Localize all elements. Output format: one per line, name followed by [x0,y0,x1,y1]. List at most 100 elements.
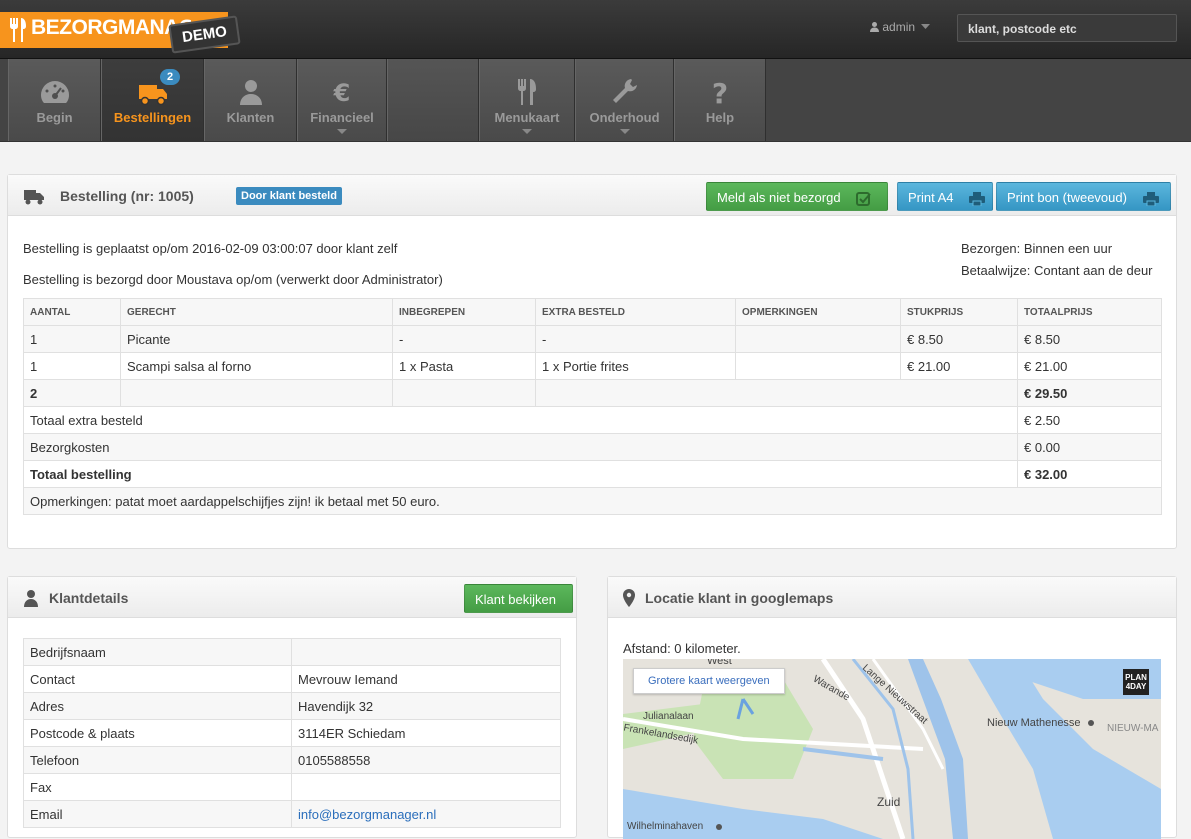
col-header: AANTAL [23,298,121,326]
table-row: Contact Mevrouw Iemand [23,665,561,693]
brand-name: BEZORGMANAGER [31,16,191,39]
cell-value [291,638,561,666]
total-row: Totaal bestelling € 32.00 [23,460,1162,488]
table-row: 1 Scampi salsa al forno 1 x Pasta 1 x Po… [23,352,1162,380]
extra-label: Totaal extra besteld [23,406,1018,434]
delivery-cost-label: Bezorgkosten [23,433,1018,461]
table-row: Bedrijfsnaam [23,638,561,666]
nav-bestellingen[interactable]: 2 Bestellingen [101,59,204,141]
total-label: Totaal bestelling [23,460,1018,488]
view-customer-button[interactable]: Klant bekijken [464,584,573,613]
cell-value: Havendijk 32 [291,692,561,720]
order-panel: Bestelling (nr: 1005) Door klant besteld… [7,174,1177,549]
button-label: Print A4 [908,190,954,205]
col-header: EXTRA BESTELD [535,298,736,326]
cutlery-icon [10,18,26,42]
cell: 1 x Pasta [392,352,536,380]
google-map[interactable]: Grotere kaart weergeven West Warande Lan… [623,659,1161,839]
map-panel: Locatie klant in googlemaps Afstand: 0 k… [607,576,1177,839]
delivery-cost-value: € 0.00 [1017,433,1162,461]
map-marker-icon [623,589,635,607]
subtotal-qty: 2 [23,379,121,407]
svg-text:?: ? [712,77,728,107]
nav-onderhoud[interactable]: Onderhoud [575,59,674,141]
table-row: Telefoon 0105588558 [23,746,561,774]
remarks-row: Opmerkingen: patat moet aardappelschijfj… [23,487,1162,515]
cell-label: Email [23,800,292,828]
order-table: AANTAL GERECHT INBEGREPEN EXTRA BESTELD … [23,298,1162,515]
nav-begin[interactable]: Begin [8,59,101,141]
map-panel-header: Locatie klant in googlemaps [608,577,1176,618]
user-icon [24,590,38,607]
customer-title: Klantdetails [49,590,129,606]
cell: Picante [120,325,393,353]
order-placed-text: Bestelling is geplaatst op/om 2016-02-09… [23,241,398,256]
cell: Scampi salsa al forno [120,352,393,380]
delivery-cost-row: Bezorgkosten € 0.00 [23,433,1162,461]
user-icon [239,80,262,105]
table-header-row: AANTAL GERECHT INBEGREPEN EXTRA BESTELD … [23,298,1162,326]
table-row: Fax [23,773,561,801]
nav-label: Klanten [226,110,275,125]
cell-value: Mevrouw Iemand [291,665,561,693]
email-link[interactable]: info@bezorgmanager.nl [291,800,561,828]
not-delivered-button[interactable]: Meld als niet bezorgd [706,182,888,211]
nav-label: Menukaart [494,110,560,125]
cell-label: Postcode & plaats [23,719,292,747]
printer-icon [969,191,986,206]
plan4day-logo: PLAN 4DAY [1125,673,1147,691]
col-header: TOTAALPRIJS [1017,298,1162,326]
euro-icon: € [333,79,351,107]
cell: 1 x Portie frites [535,352,736,380]
button-label: Print bon (tweevoud) [1007,190,1127,205]
customer-panel-header: Klantdetails Klant bekijken [8,577,576,618]
table-row: Postcode & plaats 3114ER Schiedam [23,719,561,747]
order-panel-header: Bestelling (nr: 1005) Door klant besteld… [8,175,1176,216]
col-header: STUKPRIJS [900,298,1018,326]
print-a4-button[interactable]: Print A4 [897,182,993,211]
cell-value [291,773,561,801]
cell-label: Bedrijfsnaam [23,638,292,666]
orders-count-badge: 2 [160,69,181,85]
map-label: West [707,659,732,667]
table-row: Email info@bezorgmanager.nl [23,800,561,828]
payment-method: Betaalwijze: Contant aan de deur [961,263,1153,278]
checkbox-icon [856,191,871,206]
extra-row: Totaal extra besteld € 2.50 [23,406,1162,434]
nav-menukaart[interactable]: Menukaart [479,59,575,141]
cell [120,379,393,407]
caret-down-icon [337,129,347,134]
map-label: Wilhelminahaven [627,821,704,832]
dashboard-icon [40,81,69,103]
larger-map-button[interactable]: Grotere kaart weergeven [633,668,785,694]
map-label: NIEUW-MA [1107,723,1159,734]
status-badge: Door klant besteld [236,187,342,205]
subtotal-value: € 29.50 [1017,379,1162,407]
cell: 1 [23,325,121,353]
caret-down-icon [921,24,931,29]
user-menu[interactable]: admin [870,20,931,34]
nav-label: Bestellingen [113,110,192,125]
question-icon: ? [712,77,728,107]
nav-spacer [387,59,479,141]
nav-klanten[interactable]: Klanten [204,59,297,141]
nav-financieel[interactable]: € Financieel [297,59,387,141]
brand-logo[interactable]: BEZORGMANAGER DEMO [0,12,245,54]
customer-panel: Klantdetails Klant bekijken Bedrijfsnaam… [7,576,577,838]
cell: € 8.50 [900,325,1018,353]
cell-value: 0105588558 [291,746,561,774]
cell: - [535,325,736,353]
search-input[interactable]: klant, postcode etc [957,14,1177,42]
map-label: Zuid [877,795,901,809]
subtotal-row: 2 € 29.50 [23,379,1162,407]
nav-label: Onderhoud [589,110,660,125]
nav-label: Help [705,110,735,125]
print-receipt-button[interactable]: Print bon (tweevoud) [996,182,1171,211]
nav-help[interactable]: ? Help [674,59,766,141]
cell-label: Telefoon [23,746,292,774]
cell: € 8.50 [1017,325,1162,353]
map-label: Julianalaan [643,711,694,722]
col-header: GERECHT [120,298,393,326]
distance-text: Afstand: 0 kilometer. [623,641,741,656]
cell: 1 [23,352,121,380]
